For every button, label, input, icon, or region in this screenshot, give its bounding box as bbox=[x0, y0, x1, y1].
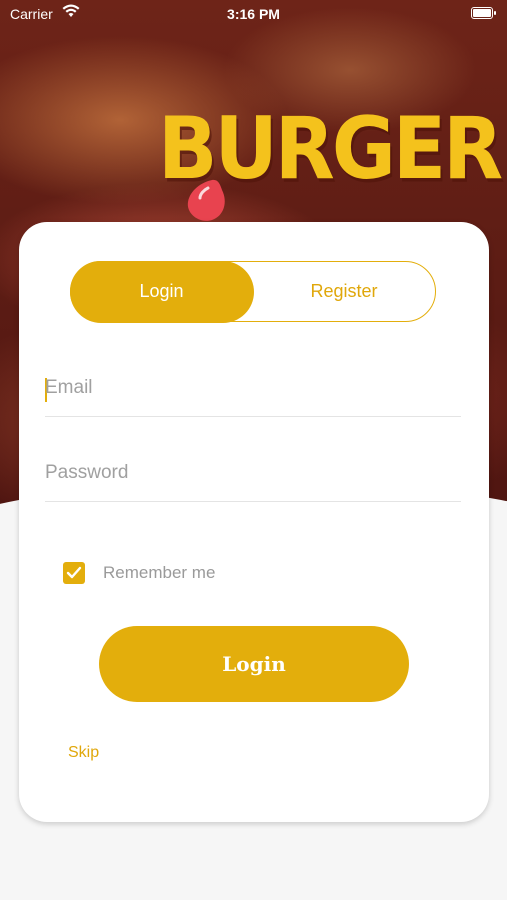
email-field[interactable] bbox=[45, 360, 461, 416]
password-field-container bbox=[45, 445, 461, 502]
tab-register-label: Register bbox=[310, 281, 378, 301]
auth-tabs: Login Register bbox=[69, 260, 436, 323]
login-button[interactable]: Login bbox=[99, 626, 409, 702]
remember-me-checkbox[interactable] bbox=[63, 562, 85, 584]
battery-icon bbox=[471, 7, 496, 19]
status-bar: Carrier 3:16 PM bbox=[0, 0, 507, 28]
checkmark-icon bbox=[66, 566, 82, 579]
login-button-label: Login bbox=[222, 652, 286, 676]
tab-login-label: Login bbox=[139, 281, 184, 301]
clock: 3:16 PM bbox=[227, 6, 280, 22]
remember-me-label: Remember me bbox=[103, 563, 216, 582]
tab-register[interactable]: Register bbox=[253, 262, 435, 321]
skip-link[interactable]: Skip bbox=[68, 744, 99, 762]
password-field[interactable] bbox=[45, 445, 461, 501]
tab-login[interactable]: Login bbox=[69, 260, 254, 323]
email-field-container bbox=[45, 360, 461, 417]
auth-card: Login Register Remember me Login Skip bbox=[19, 222, 489, 822]
remember-me-row: Remember me bbox=[63, 562, 215, 584]
ketchup-drop-icon bbox=[187, 179, 225, 221]
